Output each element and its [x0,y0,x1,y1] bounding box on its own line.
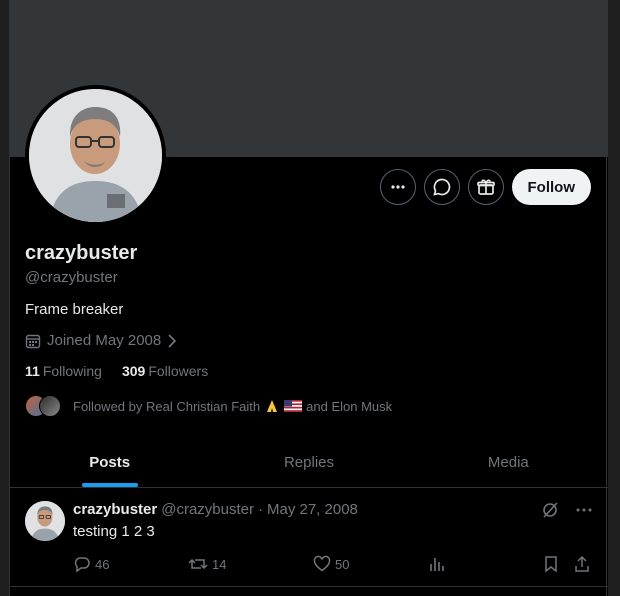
post-item[interactable]: crazybuster @crazybuster · May 27, 2008 … [10,489,608,587]
tab-replies[interactable]: Replies [209,438,408,487]
profile-column: Follow crazybuster @crazybuster Frame br… [9,0,608,596]
post-top-icons [541,501,593,519]
calendar-icon [25,334,41,348]
post-author-handle[interactable]: @crazybuster [161,501,254,518]
post-actions: 46 14 50 [73,555,593,573]
praying-hands-icon [267,400,278,412]
followed-by[interactable]: Followed by Real Christian Faith and Elo… [25,395,392,417]
share-icon [575,555,589,572]
followed-by-avatars [25,395,65,417]
post-avatar[interactable] [25,501,65,541]
window-edge-right [608,0,620,596]
gift-icon [476,179,495,195]
views-button[interactable] [428,555,543,573]
profile-handle: @crazybuster [25,269,118,286]
following-label: Following [42,363,102,379]
post-separator: · [257,501,263,518]
followers-count: 309 [121,363,146,379]
avatar-portrait [29,89,162,222]
tab-posts[interactable]: Posts [10,438,209,487]
follow-button[interactable]: Follow [511,169,591,205]
profile-bio: Frame breaker [25,301,124,318]
post-text: testing 1 2 3 [73,523,155,540]
more-icon [390,185,405,189]
post-avatar-image [25,501,65,541]
bookmark-button[interactable] [543,555,573,573]
avatar-image [29,89,162,222]
post-header: crazybuster @crazybuster · May 27, 2008 [73,501,358,518]
share-button[interactable] [573,555,593,573]
joined-text: Joined May 2008 [47,332,162,349]
followed-by-text: Followed by Real Christian Faith [73,398,261,414]
follow-stats: 11 Following 309 Followers [25,363,208,379]
followers-label: Followers [148,363,209,379]
tab-media[interactable]: Media [409,438,608,487]
message-icon [432,178,450,196]
grok-icon[interactable] [541,501,559,519]
views-icon [430,558,444,571]
joined-info[interactable]: Joined May 2008 [25,332,177,349]
profile-name: crazybuster [25,242,138,264]
following-link[interactable]: 11 Following [25,363,102,379]
following-count: 11 [25,363,40,379]
follower-avatar [39,395,61,417]
profile-avatar[interactable] [25,85,166,226]
profile-tabs: Posts Replies Media [10,438,608,488]
followers-link[interactable]: 309 Followers [122,363,208,379]
message-button[interactable] [423,169,460,205]
window-edge-left [0,0,9,596]
repost-button[interactable]: 14 [188,555,313,573]
post-author-name[interactable]: crazybuster [73,501,157,518]
post-date[interactable]: May 27, 2008 [267,501,358,518]
followed-by-suffix: and Elon Musk [306,398,393,414]
more-button[interactable] [379,169,416,205]
reply-icon [74,557,90,573]
like-button[interactable]: 50 [313,555,428,573]
profile-actions: Follow [379,169,591,205]
us-flag-icon [284,400,303,412]
chevron-right-icon [168,333,177,348]
subscribe-button[interactable] [467,169,504,205]
more-icon[interactable] [575,501,593,519]
reply-count: 46 [95,556,110,572]
like-count: 50 [335,556,350,572]
repost-count: 14 [212,556,227,572]
reply-button[interactable]: 46 [73,555,188,573]
heart-icon [313,555,331,572]
bookmark-icon [545,556,557,573]
repost-icon [188,558,208,570]
